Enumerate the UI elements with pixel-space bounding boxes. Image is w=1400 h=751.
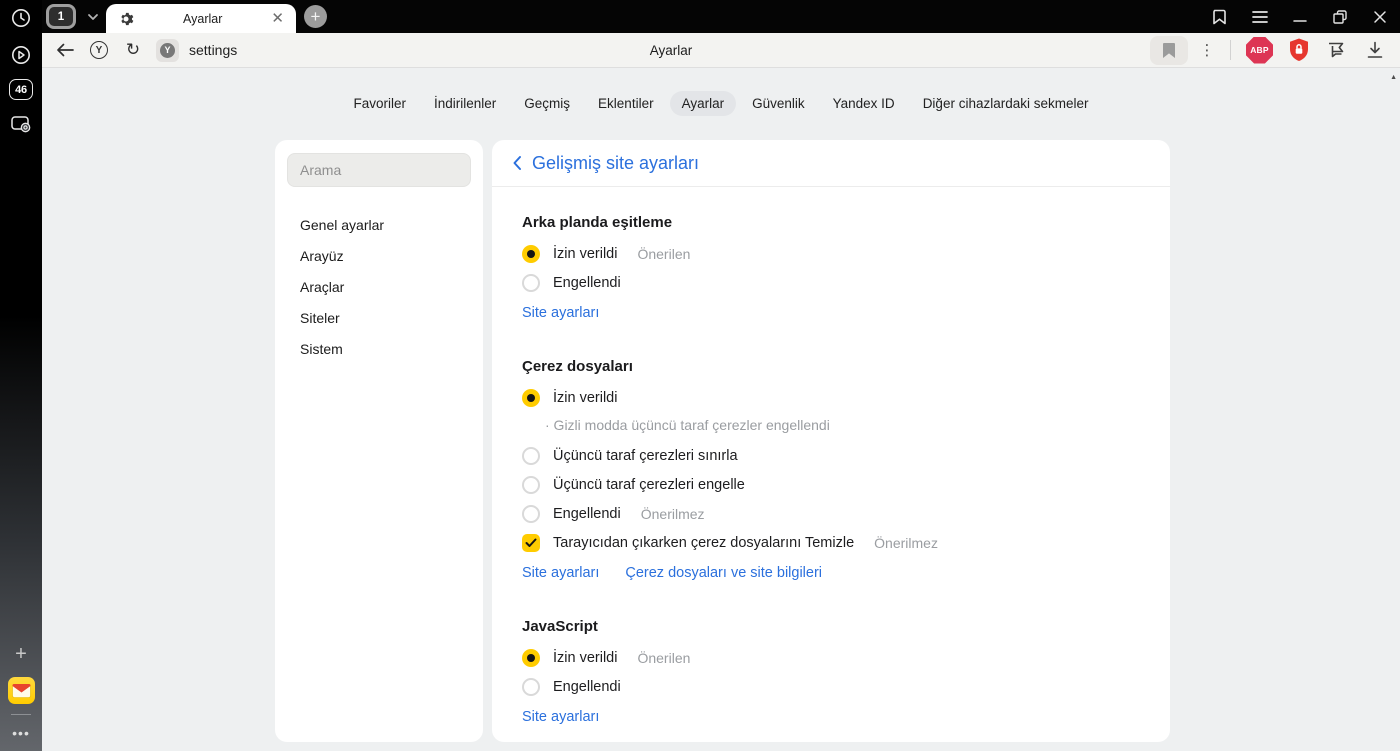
radio-unchecked-icon[interactable] [522,476,540,494]
section-title: JavaScript [522,618,598,635]
sidebar-item-araclar[interactable]: Araçlar [275,271,483,302]
settings-main-card: Gelişmiş site ayarları Arka planda eşitl… [492,140,1170,742]
protect-shield-icon[interactable] [1280,36,1318,64]
settings-page: ▲ Favoriler İndirilenler Geçmiş Eklentil… [42,69,1400,751]
settings-sidebar-card: Genel ayarlar Arayüz Araçlar Siteler Sis… [275,140,483,742]
yandex-home-icon[interactable]: Y [82,36,116,64]
nav-tab-gecmis[interactable]: Geçmiş [512,91,582,116]
kebab-menu-icon[interactable]: ⋮ [1192,41,1222,59]
radio-option-row[interactable]: Üçüncü taraf çerezleri sınırla [522,446,1140,466]
browser-tab-settings[interactable]: Ayarlar ✕ [106,4,296,33]
radio-checked-icon[interactable] [522,649,540,667]
gear-icon [118,11,134,27]
window-close-button[interactable] [1360,0,1400,33]
settings-sidebar-list: Genel ayarlar Arayüz Araçlar Siteler Sis… [275,209,483,364]
radio-checked-icon[interactable] [522,389,540,407]
not-recommended-badge: Önerilmez [874,535,938,551]
window-restore-button[interactable] [1320,0,1360,33]
bookmark-flag-icon[interactable] [1150,35,1188,65]
site-settings-link[interactable]: Site ayarları [522,709,599,725]
history-clock-icon[interactable] [8,5,34,31]
browser-side-rail: 46 + ••• [0,0,42,751]
radio-option-row[interactable]: İzin verildi Önerilen [522,244,1140,264]
scrollbar-up-icon[interactable]: ▲ [1390,74,1397,81]
back-chevron-icon[interactable] [512,155,522,171]
screenshot-icon[interactable] [8,111,34,137]
rail-divider [11,714,31,715]
back-icon[interactable] [48,36,82,64]
page-section-title: Gelişmiş site ayarları [532,152,700,173]
tab-count-badge[interactable]: 46 [9,79,33,100]
site-favicon: Y [156,38,179,62]
sidebar-item-siteler[interactable]: Siteler [275,302,483,333]
checkbox-option-row[interactable]: Tarayıcıdan çıkarken çerez dosyalarını T… [522,533,1140,553]
settings-search-input[interactable] [287,153,471,187]
tabs-dropdown-chevron-icon[interactable] [85,9,101,25]
refresh-icon[interactable]: ↻ [116,36,150,64]
recommended-badge: Önerilen [637,650,691,666]
yandex-mail-icon[interactable] [7,677,35,704]
nav-tab-indirilenler[interactable]: İndirilenler [422,91,508,116]
recommended-badge: Önerilen [637,246,691,262]
radio-unchecked-icon[interactable] [522,505,540,523]
radio-option-row[interactable]: Engellendi Önerilmez [522,504,1140,524]
radio-option-row[interactable]: İzin verildi [522,388,1140,408]
section-title: Arka planda eşitleme [522,214,673,231]
new-tab-button[interactable]: + [304,5,327,28]
radio-checked-icon[interactable] [522,245,540,263]
radio-option-row[interactable]: Üçüncü taraf çerezleri engelle [522,475,1140,495]
menu-hamburger-icon[interactable] [1240,0,1280,33]
nav-tab-yandex-id[interactable]: Yandex ID [821,91,907,116]
active-tabs-counter[interactable]: 1 [46,4,76,29]
sidebar-item-sistem[interactable]: Sistem [275,333,483,364]
sidebar-item-genel-ayarlar[interactable]: Genel ayarlar [275,209,483,240]
nav-tab-diger-cihazlar[interactable]: Diğer cihazlardaki sekmeler [911,91,1101,116]
toolbar-divider [1230,40,1231,60]
radio-unchecked-icon[interactable] [522,678,540,696]
abp-extension-badge[interactable]: ABP [1246,36,1273,64]
radio-option-row[interactable]: Engellendi [522,273,1140,293]
settings-top-nav: Favoriler İndirilenler Geçmiş Eklentiler… [42,91,1400,116]
tab-title: Ayarlar [183,11,223,26]
radio-unchecked-icon[interactable] [522,274,540,292]
address-text[interactable]: settings [189,42,237,58]
checkbox-checked-icon[interactable] [522,534,540,552]
video-play-icon[interactable] [8,42,34,68]
cookies-incognito-note: · Gizli modda üçüncü taraf çerezler enge… [545,417,830,433]
flag-banner-icon[interactable] [1318,36,1356,64]
nav-tab-ayarlar[interactable]: Ayarlar [669,91,737,116]
browser-toolbar: Y ↻ Y settings Ayarlar ⋮ ABP [42,33,1400,68]
omnibox-page-title: Ayarlar [649,42,693,58]
address-bar[interactable]: Y settings Ayarlar [150,33,1192,68]
section-title: Çerez dosyaları [522,358,633,375]
nav-tab-guvenlik[interactable]: Güvenlik [740,91,817,116]
site-settings-link[interactable]: Site ayarları [522,305,599,321]
nav-tab-eklentiler[interactable]: Eklentiler [586,91,666,116]
tab-bar: 1 Ayarlar ✕ + [42,0,1400,33]
rail-more-icon[interactable]: ••• [12,725,30,741]
site-settings-link[interactable]: Site ayarları [522,565,599,581]
sidebar-item-arayuz[interactable]: Arayüz [275,240,483,271]
window-minimize-button[interactable] [1280,0,1320,33]
side-panel-toggle-icon[interactable] [1200,0,1240,33]
section-background-sync: Arka planda eşitleme İzin verildi Öneril… [522,214,1140,321]
nav-tab-favoriler[interactable]: Favoriler [341,91,418,116]
section-cookies: Çerez dosyaları İzin verildi · Gizli mod… [522,358,1140,581]
radio-option-row[interactable]: İzin verildi Önerilen [522,648,1140,668]
radio-unchecked-icon[interactable] [522,447,540,465]
download-icon[interactable] [1356,36,1394,64]
cookies-and-site-data-link[interactable]: Çerez dosyaları ve site bilgileri [625,565,822,581]
advanced-site-settings-header[interactable]: Gelişmiş site ayarları [492,140,1170,187]
not-recommended-badge: Önerilmez [640,506,705,522]
add-widget-icon[interactable]: + [8,641,34,667]
radio-option-row[interactable]: Engellendi [522,677,1140,697]
tab-close-icon[interactable]: ✕ [271,11,284,26]
section-javascript: JavaScript İzin verildi Önerilen Engelle… [522,618,1140,725]
